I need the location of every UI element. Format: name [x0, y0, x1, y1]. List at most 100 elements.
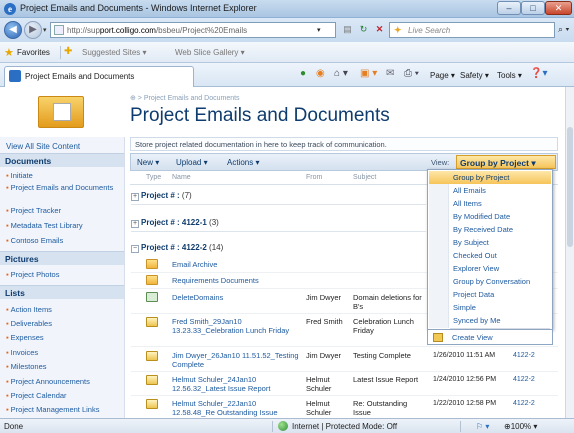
- breadcrumb[interactable]: ⊕ > Project Emails and Documents: [130, 94, 240, 102]
- status-bar: Done Internet | Protected Mode: Off ⚐ ▾ …: [0, 418, 574, 433]
- print-icon[interactable]: ⎙ ▾: [404, 68, 419, 79]
- scrollbar-thumb[interactable]: [567, 127, 573, 247]
- window-titlebar: e Project Emails and Documents - Windows…: [0, 0, 574, 18]
- group-header[interactable]: − Project # : 4122-2 (14): [131, 243, 223, 253]
- ql-heading-pictures[interactable]: Pictures: [0, 251, 124, 265]
- column-header-from[interactable]: From: [306, 174, 322, 181]
- view-option-all-items[interactable]: All Items: [429, 197, 551, 210]
- ql-heading-lists[interactable]: Lists: [0, 285, 124, 299]
- favorites-button[interactable]: Favorites: [17, 48, 50, 57]
- view-option-all-emails[interactable]: All Emails: [429, 184, 551, 197]
- feeds-dropdown-icon[interactable]: ▣ ▾: [360, 68, 377, 79]
- view-option-simple[interactable]: Simple: [429, 301, 551, 314]
- view-option-explorer-view[interactable]: Explorer View: [429, 262, 551, 275]
- expand-icon[interactable]: +: [131, 193, 139, 201]
- add-favorite-icon[interactable]: ✚: [64, 46, 80, 57]
- view-option-group-by-project[interactable]: Group by Project: [429, 171, 551, 184]
- back-button[interactable]: ◀: [4, 21, 22, 39]
- table-row-name[interactable]: Jim Dwyer_26Jan10 11.51.52_Testing Compl…: [172, 351, 300, 369]
- view-option-checked-out[interactable]: Checked Out: [429, 249, 551, 262]
- maximize-button[interactable]: □: [521, 1, 545, 15]
- tools-menu[interactable]: Tools ▾: [497, 71, 522, 80]
- compatibility-view-icon[interactable]: ▤: [340, 22, 355, 38]
- table-row-project[interactable]: 4122-2: [513, 375, 553, 384]
- view-option-synced-by-me[interactable]: Synced by Me: [429, 314, 551, 327]
- divider: [272, 421, 273, 432]
- forward-button[interactable]: ▶: [24, 21, 42, 39]
- search-icon[interactable]: ⌕ ▾: [558, 24, 569, 35]
- table-row-name[interactable]: Helmut Schuler_24Jan10 12.56.32_Latest I…: [172, 375, 300, 393]
- ql-heading-documents[interactable]: Documents: [0, 153, 124, 167]
- stop-icon[interactable]: ✕: [372, 22, 387, 38]
- ql-item-contoso-emails[interactable]: ▪ Contoso Emails: [6, 236, 121, 245]
- address-dropdown-icon[interactable]: ▾: [317, 26, 321, 34]
- view-option-by-subject[interactable]: By Subject: [429, 236, 551, 249]
- view-all-site-content-link[interactable]: View All Site Content: [6, 142, 80, 151]
- ql-item-action-items[interactable]: ▪ Action Items: [6, 305, 121, 314]
- ql-item-invoices[interactable]: ▪ Invoices: [6, 348, 121, 357]
- view-option-group-by-conversation[interactable]: Group by Conversation: [429, 275, 551, 288]
- upload-menu-button[interactable]: Upload ▾: [176, 158, 208, 167]
- ql-item-project-tracker[interactable]: ▪ Project Tracker: [6, 206, 121, 215]
- column-header-type[interactable]: Type: [146, 174, 161, 181]
- ql-item-project-calendar[interactable]: ▪ Project Calendar: [6, 391, 121, 400]
- actions-menu-button[interactable]: Actions ▾: [227, 158, 259, 167]
- table-row-name[interactable]: Requirements Documents: [172, 276, 300, 285]
- ql-item-project-management-links[interactable]: ▪ Project Management Links: [6, 405, 121, 414]
- group-header[interactable]: + Project # : (7): [131, 191, 192, 201]
- group-header[interactable]: + Project # : 4122-1 (3): [131, 218, 219, 228]
- table-row-name[interactable]: Helmut Schuler_22Jan10 12.58.48_Re Outst…: [172, 399, 300, 417]
- ql-item-project-announcements[interactable]: ▪ Project Announcements: [6, 377, 121, 386]
- history-dropdown-icon[interactable]: ▾: [43, 26, 47, 34]
- divider: [131, 371, 558, 372]
- address-bar[interactable]: http://support.colligo.com/bsbeu/Project…: [50, 22, 336, 38]
- ql-item-project-photos[interactable]: ▪ Project Photos: [6, 270, 121, 279]
- collapse-icon[interactable]: −: [131, 245, 139, 253]
- view-option-project-data[interactable]: Project Data: [429, 288, 551, 301]
- ql-item-expenses[interactable]: ▪ Expenses: [6, 333, 121, 342]
- rss-icon[interactable]: ◉: [316, 68, 325, 79]
- site-logo-icon[interactable]: [38, 96, 84, 128]
- minimize-button[interactable]: –: [497, 1, 521, 15]
- view-option-by-received-date[interactable]: By Received Date: [429, 223, 551, 236]
- view-option-by-modified-date[interactable]: By Modified Date: [429, 210, 551, 223]
- favorites-star-icon[interactable]: ★: [4, 46, 14, 59]
- new-menu-button[interactable]: New ▾: [137, 158, 159, 167]
- refresh-icon[interactable]: ↻: [356, 22, 371, 38]
- table-row-project[interactable]: 4122-2: [513, 399, 553, 408]
- ql-item-deliverables[interactable]: ▪ Deliverables: [6, 319, 121, 328]
- table-row-date: 1/26/2010 11:51 AM: [433, 352, 496, 359]
- read-mail-icon[interactable]: ✉: [386, 68, 394, 79]
- view-selector[interactable]: Group by Project ▾: [456, 155, 556, 169]
- ql-item-milestones[interactable]: ▪ Milestones: [6, 362, 121, 371]
- list-description: Store project related documentation in h…: [130, 137, 558, 151]
- protected-mode-icon[interactable]: ⚐ ▾: [476, 422, 489, 431]
- create-view-row: Create View: [427, 330, 553, 345]
- feeds-icon[interactable]: ●: [300, 68, 306, 79]
- ql-item-initiate[interactable]: ▪ Initiate: [6, 171, 121, 180]
- ql-item-project-emails[interactable]: ▪ Project Emails and Documents: [6, 183, 121, 192]
- close-window-button[interactable]: ✕: [545, 1, 572, 15]
- suggested-sites-link[interactable]: Suggested Sites ▾: [82, 48, 147, 57]
- navigation-bar: ◀ ▶ ▾ http://support.colligo.com/bsbeu/P…: [0, 18, 574, 42]
- search-input[interactable]: ✦ Live Search: [389, 22, 555, 38]
- expand-icon[interactable]: +: [131, 220, 139, 228]
- security-zone-text[interactable]: Internet | Protected Mode: Off: [292, 422, 397, 431]
- email-icon: [146, 375, 158, 385]
- column-header-name[interactable]: Name: [172, 174, 191, 181]
- vertical-scrollbar[interactable]: [565, 87, 574, 418]
- table-row-project[interactable]: 4122-2: [513, 351, 553, 360]
- ql-item-metadata-test-library[interactable]: ▪ Metadata Test Library: [6, 221, 121, 230]
- web-slice-gallery-link[interactable]: Web Slice Gallery ▾: [175, 48, 245, 57]
- safety-menu[interactable]: Safety ▾: [460, 71, 489, 80]
- zoom-control[interactable]: ⊕100% ▾: [504, 422, 537, 431]
- column-header-subject[interactable]: Subject: [353, 174, 376, 181]
- table-row-name[interactable]: Email Archive: [172, 260, 300, 269]
- browser-tab[interactable]: Project Emails and Documents: [4, 66, 194, 87]
- table-row-name[interactable]: DeleteDomains: [172, 293, 300, 302]
- page-menu[interactable]: Page ▾: [430, 71, 455, 80]
- home-icon[interactable]: ⌂ ▾: [334, 68, 348, 79]
- table-row-name[interactable]: Fred Smith_29Jan10 13.23.33_Celebration …: [172, 317, 300, 335]
- create-view-link[interactable]: Create View: [452, 333, 493, 342]
- help-icon[interactable]: ❓▾: [530, 68, 547, 79]
